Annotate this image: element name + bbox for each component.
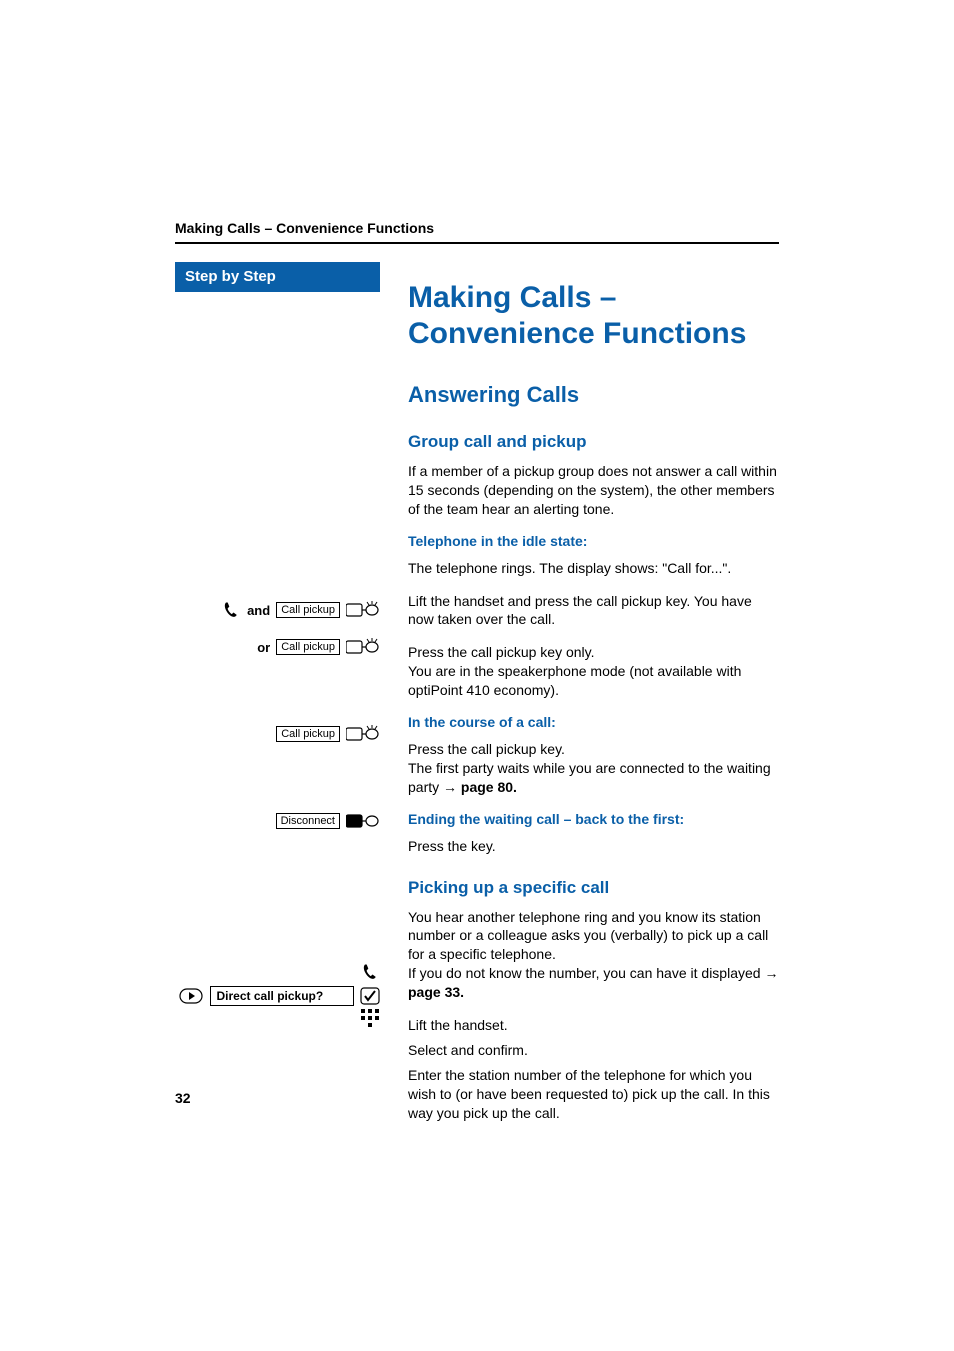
step-row-or-pickup: or Call pickup [257, 638, 380, 656]
led-blinking-icon [346, 725, 380, 743]
text-speakerphone: You are in the speakerphone mode (not av… [408, 663, 741, 698]
para-press-pickup-in-call: Press the call pickup key. The first par… [408, 740, 779, 797]
para-lift-handset: Lift the handset. [408, 1016, 779, 1035]
key-disconnect: Disconnect [276, 813, 340, 829]
text-specific-1: You hear another telephone ring and you … [408, 909, 768, 963]
para-select-confirm: Select and confirm. [408, 1041, 779, 1060]
page-title: Making Calls – Convenience Functions [408, 280, 779, 352]
subsection-group-call: Group call and pickup [408, 432, 779, 452]
state-idle: Telephone in the idle state: [408, 533, 779, 549]
scroll-key-icon [179, 988, 203, 1004]
display-direct-call-pickup: Direct call pickup? [210, 986, 354, 1006]
step-by-step-header: Step by Step [175, 262, 380, 292]
para-enter-number: Enter the station number of the telephon… [408, 1066, 779, 1123]
subsection-specific-call: Picking up a specific call [408, 878, 779, 898]
step-row-pickup-during-call: Call pickup [276, 725, 380, 743]
step-row-select-confirm: Direct call pickup? [175, 986, 380, 1006]
para-lift-and-press: Lift the handset and press the call pick… [408, 592, 779, 630]
step-column: Step by Step and Call pickup [175, 262, 380, 292]
para-group-intro: If a member of a pickup group does not a… [408, 462, 779, 519]
page-number: 32 [175, 1090, 191, 1106]
text-press-only: Press the call pickup key only. [408, 644, 595, 660]
page-ref-80: → page 80. [443, 779, 517, 795]
label-or: or [257, 640, 270, 655]
step-row-keypad [360, 1008, 380, 1028]
handset-icon [360, 962, 380, 982]
text-press-pickup: Press the call pickup key. [408, 741, 565, 757]
handset-icon [221, 600, 241, 620]
key-call-pickup: Call pickup [276, 602, 340, 618]
confirm-key-icon [360, 987, 380, 1005]
section-answering-calls: Answering Calls [408, 382, 779, 408]
led-blinking-icon [346, 601, 380, 619]
label-and: and [247, 603, 270, 618]
led-on-icon [346, 812, 380, 830]
key-call-pickup-3: Call pickup [276, 726, 340, 742]
para-display-shows: The telephone rings. The display shows: … [408, 559, 779, 578]
state-ending: Ending the waiting call – back to the fi… [408, 811, 779, 827]
text-specific-2: If you do not know the number, you can h… [408, 965, 764, 981]
state-in-call: In the course of a call: [408, 714, 779, 730]
step-row-lift-and-pickup: and Call pickup [221, 600, 380, 620]
key-call-pickup-2: Call pickup [276, 639, 340, 655]
led-blinking-icon [346, 638, 380, 656]
step-row-lift-handset [360, 962, 380, 982]
para-specific-intro: You hear another telephone ring and you … [408, 908, 779, 1002]
content-column: Making Calls – Convenience Functions Ans… [380, 262, 779, 1136]
para-press-key: Press the key. [408, 837, 779, 856]
para-press-only: Press the call pickup key only. You are … [408, 643, 779, 700]
header-rule [175, 242, 779, 244]
keypad-icon [360, 1008, 380, 1028]
running-header: Making Calls – Convenience Functions [175, 220, 779, 236]
step-row-disconnect: Disconnect [276, 812, 380, 830]
